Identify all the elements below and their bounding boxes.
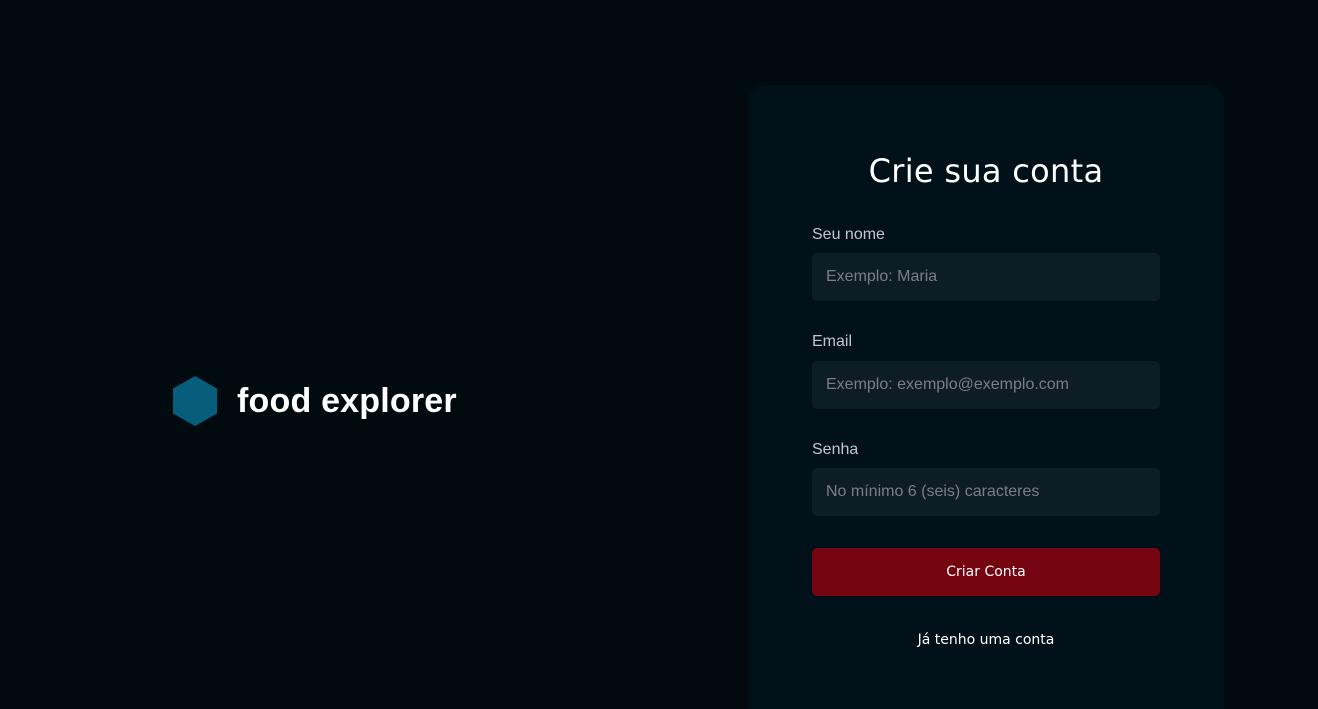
email-label: Email — [812, 333, 853, 350]
email-input[interactable] — [812, 361, 1160, 409]
create-account-button[interactable]: Criar Conta — [812, 548, 1160, 596]
form-title: Crie sua conta — [868, 152, 1104, 190]
password-label: Senha — [812, 441, 859, 458]
brand-name: food explorer — [237, 382, 457, 420]
login-link[interactable]: Já tenho uma conta — [812, 630, 1160, 650]
signup-page: food explorer Crie sua conta Seu nome Em… — [0, 0, 1318, 709]
hexagon-logo-icon — [173, 376, 217, 426]
name-input[interactable] — [812, 253, 1160, 301]
password-input[interactable] — [812, 468, 1160, 516]
brand: food explorer — [173, 376, 457, 426]
name-label: Seu nome — [812, 226, 885, 243]
